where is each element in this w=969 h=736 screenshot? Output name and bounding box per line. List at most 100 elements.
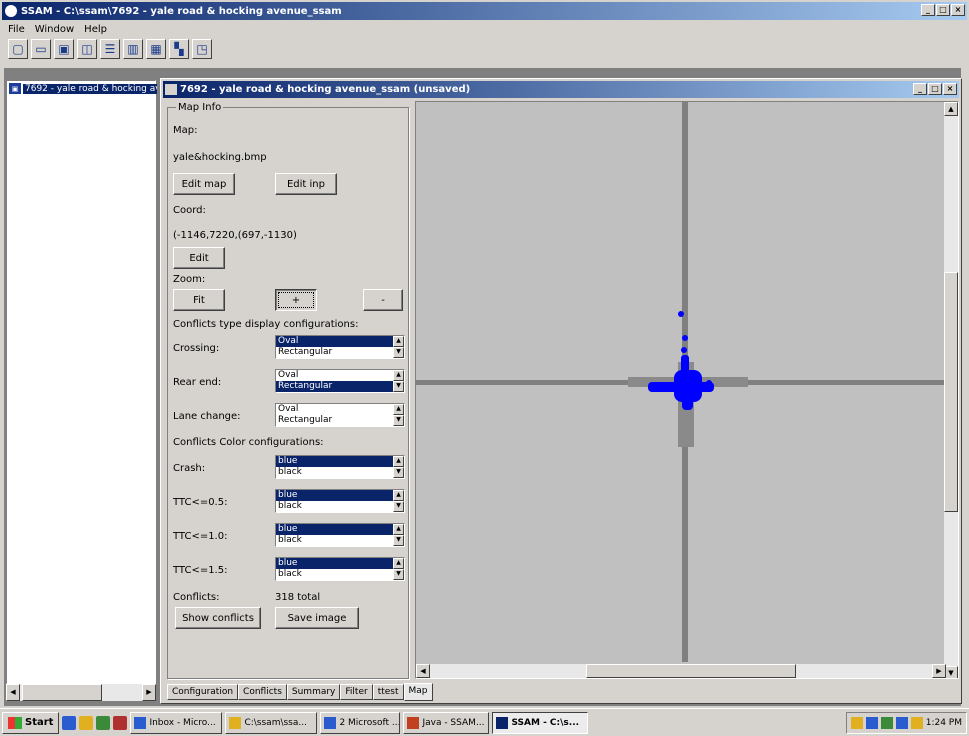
- scroll-down-icon[interactable]: ▼: [393, 381, 404, 392]
- scroll-down-icon[interactable]: ▼: [393, 347, 404, 358]
- save-icon[interactable]: ▣: [54, 39, 74, 59]
- map-vertical-scrollbar[interactable]: ▲ ▼: [944, 102, 958, 678]
- zoom-in-button[interactable]: +: [275, 289, 317, 311]
- export-icon[interactable]: ◳: [192, 39, 212, 59]
- scroll-down-icon[interactable]: ▼: [393, 569, 404, 580]
- scroll-thumb[interactable]: [586, 664, 796, 678]
- edit-map-button[interactable]: Edit map: [173, 173, 235, 195]
- list-option[interactable]: black: [276, 569, 404, 580]
- task-java[interactable]: Java - SSAM...: [403, 711, 490, 734]
- list-option[interactable]: Oval: [276, 336, 404, 347]
- list-option[interactable]: Rectangular: [276, 415, 404, 426]
- scroll-up-icon[interactable]: ▲: [393, 558, 404, 569]
- child-maximize-button[interactable]: □: [928, 83, 942, 95]
- list-option[interactable]: blue: [276, 524, 404, 535]
- menu-file[interactable]: File: [8, 24, 25, 35]
- list-option[interactable]: Oval: [276, 370, 404, 381]
- scroll-up-icon[interactable]: ▲: [393, 404, 404, 415]
- list-option[interactable]: black: [276, 535, 404, 546]
- list-option[interactable]: Rectangular: [276, 347, 404, 358]
- minimize-button[interactable]: _: [921, 4, 935, 16]
- scroll-up-icon[interactable]: ▲: [393, 490, 404, 501]
- scroll-left-button[interactable]: ◀: [6, 684, 20, 701]
- map-view[interactable]: ▲ ▼ ◀ ▶: [415, 101, 959, 679]
- list-option[interactable]: Oval: [276, 404, 404, 415]
- tray-icon[interactable]: [880, 716, 893, 729]
- scroll-right-button[interactable]: ▶: [142, 684, 156, 701]
- tab-summary[interactable]: Summary: [286, 684, 341, 700]
- scroll-up-icon[interactable]: ▲: [393, 456, 404, 467]
- task-inbox[interactable]: Inbox - Micro...: [130, 711, 223, 734]
- quicklaunch-ie-icon[interactable]: [62, 715, 77, 730]
- ttc05-color-listbox[interactable]: blue black ▲ ▼: [275, 489, 405, 513]
- window-icon[interactable]: ◫: [77, 39, 97, 59]
- chart-icon[interactable]: ▚: [169, 39, 189, 59]
- list-option[interactable]: blue: [276, 456, 404, 467]
- tree-node-project[interactable]: ▣ 7692 - yale road & hocking avenue_ssam: [9, 83, 157, 94]
- zoom-fit-button[interactable]: Fit: [173, 289, 225, 311]
- list-option[interactable]: black: [276, 467, 404, 478]
- open-icon[interactable]: ▭: [31, 39, 51, 59]
- scroll-up-icon[interactable]: ▲: [393, 524, 404, 535]
- close-button[interactable]: ×: [951, 4, 965, 16]
- rear-end-listbox[interactable]: Oval Rectangular ▲ ▼: [275, 369, 405, 393]
- child-minimize-button[interactable]: _: [913, 83, 927, 95]
- save-image-button[interactable]: Save image: [275, 607, 359, 629]
- tab-configuration[interactable]: Configuration: [167, 684, 239, 700]
- scroll-down-icon[interactable]: ▼: [944, 666, 958, 678]
- quicklaunch-media-icon[interactable]: [96, 715, 111, 730]
- tab-conflicts[interactable]: Conflicts: [238, 684, 287, 700]
- scroll-down-icon[interactable]: ▼: [393, 501, 404, 512]
- app-title-bar[interactable]: SSAM - C:\ssam\7692 - yale road & hockin…: [2, 2, 967, 20]
- ttc10-color-listbox[interactable]: blue black ▲ ▼: [275, 523, 405, 547]
- scroll-down-icon[interactable]: ▼: [393, 467, 404, 478]
- quicklaunch-folder-icon[interactable]: [79, 715, 94, 730]
- ttc15-color-listbox[interactable]: blue black ▲ ▼: [275, 557, 405, 581]
- edit-inp-button[interactable]: Edit inp: [275, 173, 337, 195]
- tray-icon[interactable]: [865, 716, 878, 729]
- new-icon[interactable]: ▢: [8, 39, 28, 59]
- tab-ttest[interactable]: ttest: [372, 684, 404, 700]
- tree-horizontal-scrollbar[interactable]: ◀ ▶: [6, 684, 156, 701]
- tab-filter[interactable]: Filter: [340, 684, 373, 700]
- scroll-up-icon[interactable]: ▲: [393, 370, 404, 381]
- tray-icon[interactable]: [910, 716, 923, 729]
- intersection-map[interactable]: [416, 102, 959, 679]
- lane-change-listbox[interactable]: Oval Rectangular ▲ ▼: [275, 403, 405, 427]
- map-horizontal-scrollbar[interactable]: ◀ ▶: [416, 664, 946, 678]
- project-tree[interactable]: ▣ 7692 - yale road & hocking avenue_ssam: [6, 80, 157, 684]
- task-microsoft[interactable]: 2 Microsoft ...: [320, 711, 401, 734]
- quicklaunch-app-icon[interactable]: [113, 715, 128, 730]
- child-close-button[interactable]: ×: [943, 83, 957, 95]
- show-conflicts-button[interactable]: Show conflicts: [175, 607, 261, 629]
- scroll-thumb[interactable]: [944, 272, 958, 512]
- scroll-up-icon[interactable]: ▲: [944, 102, 958, 116]
- zoom-out-button[interactable]: -: [363, 289, 403, 311]
- crossing-listbox[interactable]: Oval Rectangular ▲ ▼: [275, 335, 405, 359]
- task-explorer[interactable]: C:\ssam\ssa...: [225, 711, 318, 734]
- maximize-button[interactable]: □: [936, 4, 950, 16]
- list-option[interactable]: blue: [276, 558, 404, 569]
- cascade-icon[interactable]: ☰: [100, 39, 120, 59]
- scroll-down-icon[interactable]: ▼: [393, 535, 404, 546]
- scroll-up-icon[interactable]: ▲: [393, 336, 404, 347]
- grid-icon[interactable]: ▦: [146, 39, 166, 59]
- edit-coord-button[interactable]: Edit: [173, 247, 225, 269]
- scroll-left-icon[interactable]: ◀: [416, 664, 430, 678]
- list-option[interactable]: blue: [276, 490, 404, 501]
- tab-map[interactable]: Map: [403, 683, 433, 701]
- project-window-title-bar[interactable]: 7692 - yale road & hocking avenue_ssam (…: [163, 81, 959, 98]
- menu-help[interactable]: Help: [84, 24, 107, 35]
- scroll-right-icon[interactable]: ▶: [932, 664, 946, 678]
- clock[interactable]: 1:24 PM: [926, 718, 962, 728]
- tray-icon[interactable]: [895, 716, 908, 729]
- list-option[interactable]: black: [276, 501, 404, 512]
- crash-color-listbox[interactable]: blue black ▲ ▼: [275, 455, 405, 479]
- tile-icon[interactable]: ▥: [123, 39, 143, 59]
- menu-window[interactable]: Window: [35, 24, 74, 35]
- list-option[interactable]: Rectangular: [276, 381, 404, 392]
- scroll-thumb[interactable]: [22, 684, 102, 701]
- task-ssam[interactable]: SSAM - C:\s...: [492, 711, 589, 734]
- scroll-down-icon[interactable]: ▼: [393, 415, 404, 426]
- start-button[interactable]: Start: [2, 711, 60, 734]
